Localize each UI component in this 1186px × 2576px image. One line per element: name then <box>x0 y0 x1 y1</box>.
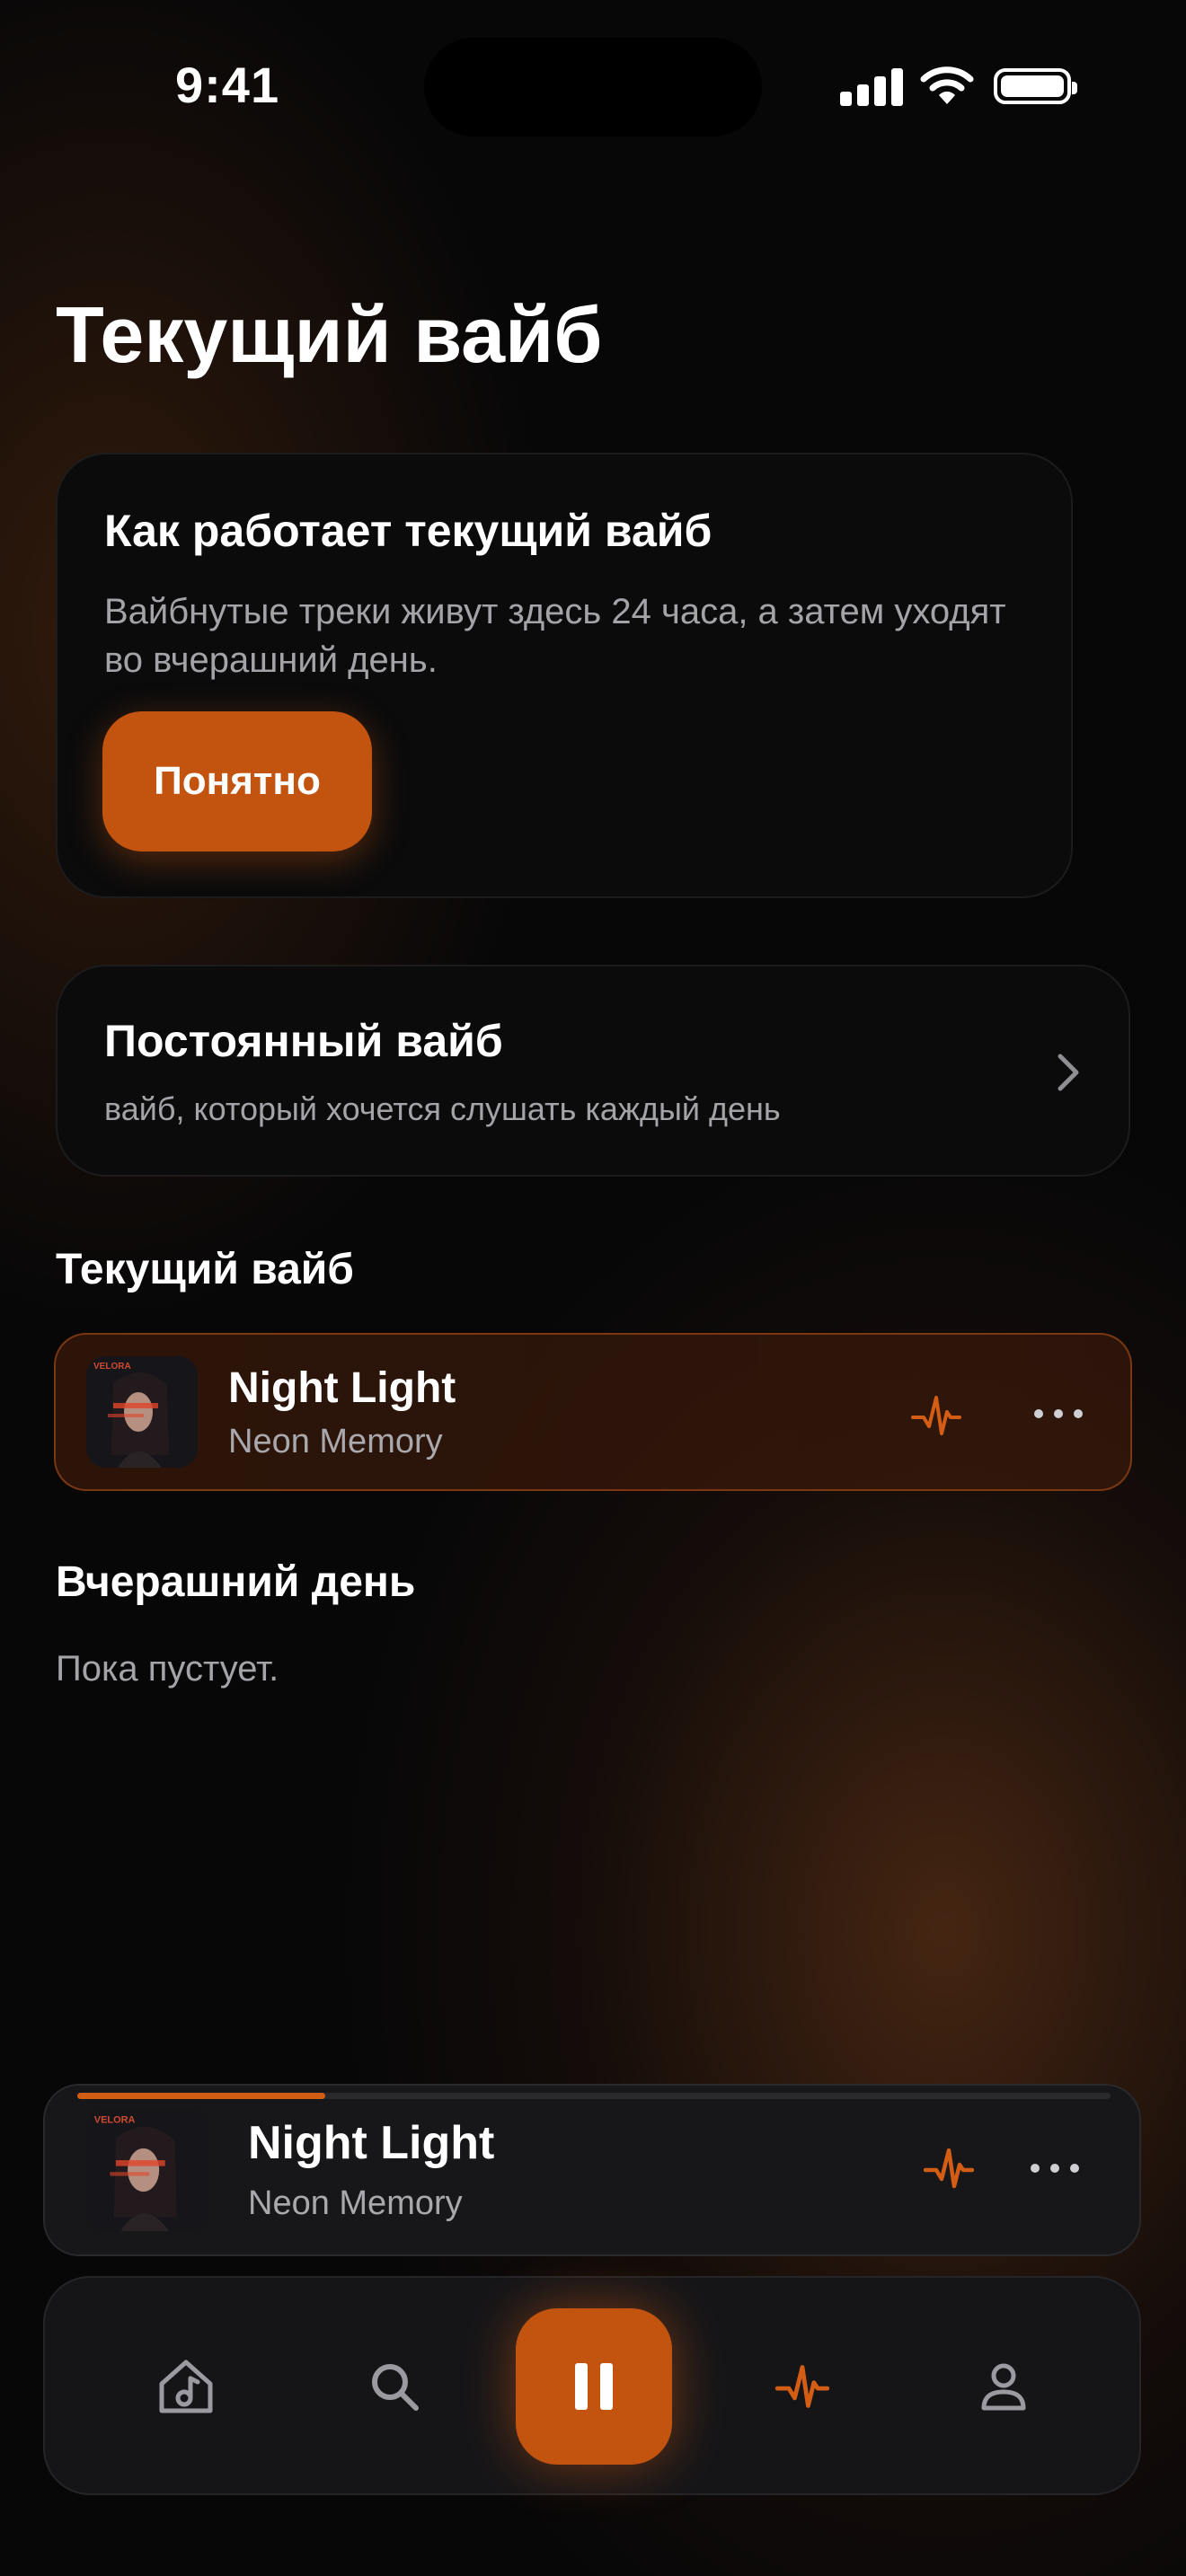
info-card-title: Как работает текущий вайб <box>104 506 712 556</box>
current-vibe-heading: Текущий вайб <box>56 1246 354 1293</box>
more-icon[interactable] <box>1028 2159 1082 2177</box>
tab-profile[interactable] <box>963 2346 1044 2427</box>
tab-bar <box>43 2276 1141 2495</box>
pulse-icon[interactable] <box>911 1390 961 1441</box>
tab-vibe[interactable] <box>762 2346 843 2427</box>
chevron-right-icon <box>1058 1054 1079 1091</box>
mini-player-artist: Neon Memory <box>248 2184 463 2222</box>
battery-icon <box>994 68 1077 104</box>
album-cover: VELORA <box>86 1356 198 1468</box>
page-title: Текущий вайб <box>56 290 603 379</box>
track-title: Night Light <box>228 1364 456 1412</box>
permanent-vibe-subtitle: вайб, который хочется слушать каждый ден… <box>104 1090 781 1127</box>
got-it-button[interactable]: Понятно <box>102 711 372 851</box>
mini-player[interactable]: VELORA Night Light Neon Memory <box>43 2084 1141 2256</box>
info-card-text: Вайбнутые треки живут здесь 24 часа, а з… <box>104 592 1006 680</box>
progress-fill <box>77 2093 325 2099</box>
info-card: Как работает текущий вайб Вайбнутые трек… <box>56 453 1073 898</box>
dynamic-island <box>424 38 762 137</box>
profile-icon <box>981 2363 1026 2411</box>
empty-state-text: Пока пустует. <box>56 1649 279 1689</box>
album-cover: VELORA <box>86 2109 208 2231</box>
permanent-vibe-row[interactable]: Постоянный вайб вайб, который хочется сл… <box>56 965 1130 1177</box>
permanent-vibe-title: Постоянный вайб <box>104 1016 503 1066</box>
pause-icon <box>575 2363 613 2410</box>
track-artist: Neon Memory <box>228 1423 443 1460</box>
cellular-signal-icon <box>840 65 903 106</box>
track-row[interactable]: VELORA Night Light Neon Memory <box>54 1333 1132 1491</box>
more-icon[interactable] <box>1031 1405 1085 1423</box>
mini-player-title: Night Light <box>248 2117 495 2169</box>
pause-button[interactable] <box>516 2308 672 2465</box>
pulse-icon <box>775 2365 829 2408</box>
tab-search[interactable] <box>354 2346 435 2427</box>
yesterday-heading: Вчерашний день <box>56 1558 416 1606</box>
svg-text:VELORA: VELORA <box>94 2114 136 2125</box>
pulse-icon[interactable] <box>924 2143 974 2193</box>
status-time: 9:41 <box>175 57 280 113</box>
tab-home[interactable] <box>146 2346 226 2427</box>
search-icon <box>372 2364 419 2411</box>
svg-text:VELORA: VELORA <box>93 1362 131 1372</box>
home-icon <box>159 2360 213 2413</box>
wifi-icon <box>920 66 974 104</box>
